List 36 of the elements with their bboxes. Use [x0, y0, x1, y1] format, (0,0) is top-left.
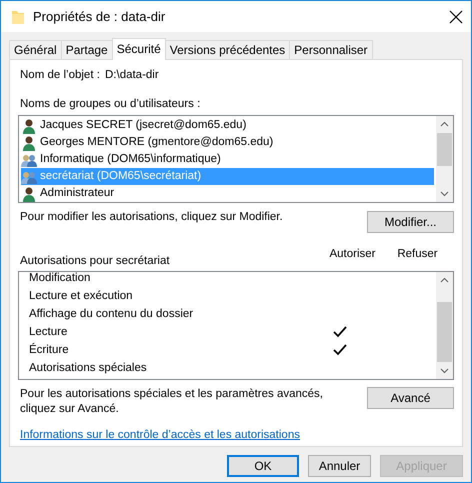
permission-name: Affichage du contenu du dossier: [28, 307, 194, 322]
user-icon: [21, 118, 37, 134]
advanced-button[interactable]: Avancé: [367, 387, 454, 410]
permission-name: Modification: [28, 271, 92, 286]
tab[interactable]: Personnaliser: [289, 40, 373, 59]
modify-button[interactable]: Modifier...: [367, 211, 454, 234]
hint-text: Pour les autorisations spéciales et les paramètres avancés, cliquez sur Avancé.: [19, 387, 324, 418]
list-item[interactable]: Informatique (DOM65\informatique): [21, 151, 434, 168]
window-title: Propriétés de : data-dir: [33, 8, 166, 26]
tab[interactable]: Général: [9, 40, 62, 59]
hint-text: Pour modifier les autorisations, cliquez sur Modifier.: [19, 210, 283, 226]
dialog-button[interactable]: OK: [227, 455, 299, 477]
permission-name: Autorisations spéciales: [28, 361, 148, 376]
list-item[interactable]: Administrateur: [21, 185, 434, 202]
scrollbar[interactable]: [436, 272, 453, 380]
help-link[interactable]: Informations sur le contrôle d’accès et les autorisations: [18, 427, 300, 444]
tab[interactable]: Versions précédentes: [164, 40, 290, 59]
object-path: D:\data-dir: [105, 68, 159, 84]
permission-name: Lecture et exécution: [28, 289, 134, 304]
list-item[interactable]: Jacques SECRET (jsecret@dom65.edu): [21, 117, 434, 134]
list-item[interactable]: Georges MENTORE (gmentore@dom65.edu): [21, 134, 434, 152]
permission-name: Écriture: [28, 342, 70, 358]
folder-icon: [11, 8, 25, 24]
permissions-label: Autorisations pour secrétariat: [19, 254, 171, 269]
close-icon[interactable]: [449, 10, 463, 24]
column-header: Refuser: [396, 247, 439, 262]
column-header: Autoriser: [328, 247, 377, 262]
field-label: Nom de l’objet :: [19, 68, 101, 84]
user-icon: [21, 134, 37, 151]
scrollbar[interactable]: [436, 116, 453, 202]
tab[interactable]: Partage: [60, 40, 113, 59]
list-label: Noms de groupes ou d’utilisateurs :: [19, 97, 202, 112]
permission-name: Lecture: [28, 325, 68, 340]
tab[interactable]: Sécurité: [112, 38, 166, 60]
dialog-button[interactable]: Annuler: [308, 455, 371, 477]
user-icon: [21, 186, 37, 202]
